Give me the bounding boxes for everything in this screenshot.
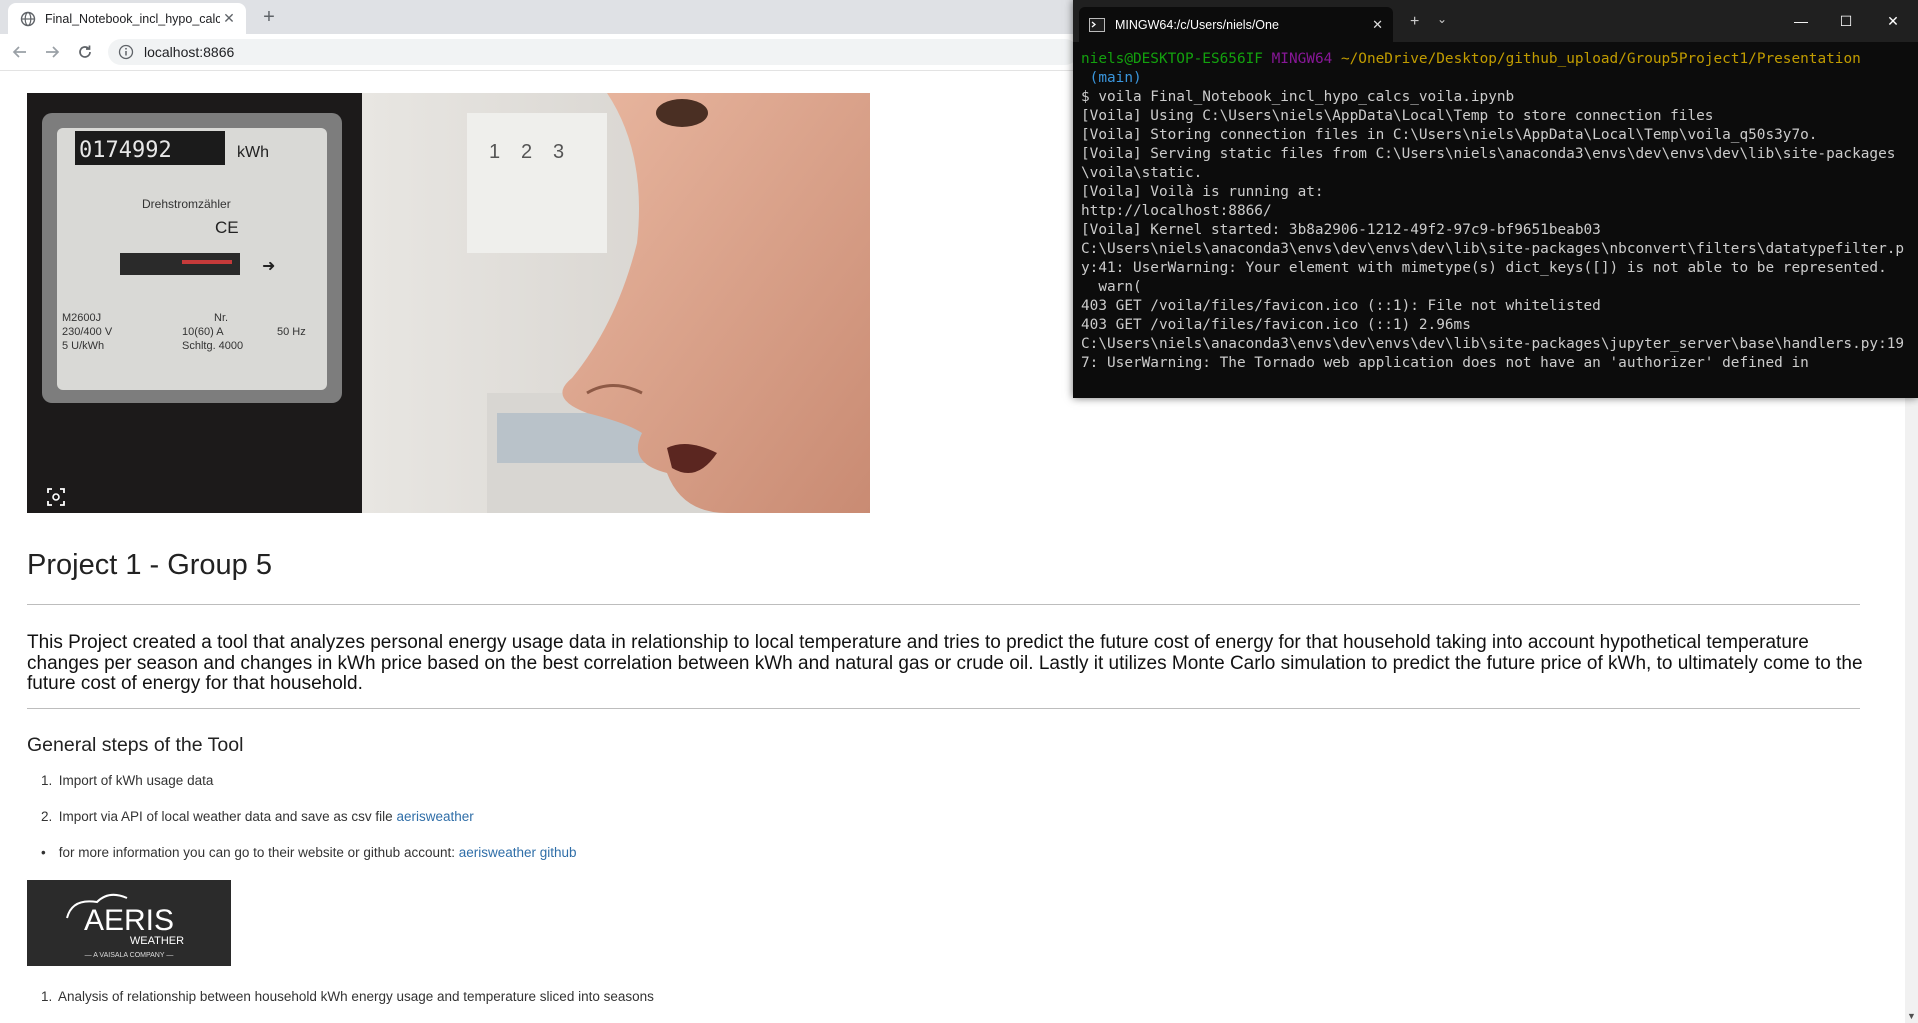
meter-hz: 50 Hz bbox=[277, 326, 306, 338]
terminal-window: MINGW64:/c/Users/niels/One ✕ + ⌄ — ☐ ✕ n… bbox=[1073, 0, 1918, 398]
list-item: 1. Analysis of relationship between hous… bbox=[41, 989, 654, 1004]
aeris-weather-logo: AERIS WEATHER — A VAISALA COMPANY — bbox=[27, 880, 231, 966]
meter-voltage: 230/400 V bbox=[62, 326, 113, 338]
meter-label: Drehstromzähler bbox=[142, 197, 231, 211]
list-item: 2. Import via API of local weather data … bbox=[41, 809, 474, 824]
new-terminal-tab-icon[interactable]: + bbox=[1410, 13, 1419, 31]
aeris-logo-weather: WEATHER bbox=[130, 935, 184, 947]
page-title: Project 1 - Group 5 bbox=[27, 549, 272, 581]
list-number: 1. bbox=[41, 773, 53, 788]
reload-icon[interactable] bbox=[73, 40, 97, 64]
steps-heading: General steps of the Tool bbox=[27, 734, 244, 756]
minimize-icon[interactable]: — bbox=[1791, 12, 1811, 30]
divider bbox=[27, 604, 1860, 605]
list-text: Import via API of local weather data and… bbox=[58, 809, 397, 824]
terminal-command: $ voila Final_Notebook_incl_hypo_calcs_v… bbox=[1081, 89, 1515, 105]
electric-meter-photo: 0174992 kWh Drehstromzähler CE ➜ M2600J … bbox=[27, 93, 870, 513]
list-text: Analysis of relationship between househo… bbox=[58, 989, 654, 1004]
divider bbox=[27, 708, 1860, 709]
window-close-icon[interactable]: ✕ bbox=[1883, 12, 1903, 30]
back-icon[interactable] bbox=[8, 40, 32, 64]
list-item: • for more information you can go to the… bbox=[41, 845, 577, 860]
meter-schltg: Schltg. 4000 bbox=[182, 340, 243, 352]
hero-image: 0174992 kWh Drehstromzähler CE ➜ M2600J … bbox=[27, 93, 870, 513]
svg-text:➜: ➜ bbox=[262, 258, 275, 275]
tab-close-icon[interactable]: ✕ bbox=[220, 10, 238, 28]
aeris-logo-text: AERIS bbox=[84, 904, 174, 937]
meter-nr: Nr. bbox=[214, 312, 228, 324]
tab-title: Final_Notebook_incl_hypo_calcs_ bbox=[45, 11, 220, 26]
meter-counter: 0174992 bbox=[79, 138, 172, 163]
list-number: 1. bbox=[41, 989, 53, 1004]
list-number: 2. bbox=[41, 809, 53, 824]
aeris-logo-tagline: — A VAISALA COMPANY — bbox=[85, 952, 174, 959]
list-text: Import of kWh usage data bbox=[58, 773, 214, 788]
prompt-path: ~/OneDrive/Desktop/github_upload/Group5P… bbox=[1340, 51, 1861, 67]
forward-icon[interactable] bbox=[40, 40, 64, 64]
browser-tab[interactable]: Final_Notebook_incl_hypo_calcs_ ✕ bbox=[8, 3, 246, 34]
terminal-tab-title: MINGW64:/c/Users/niels/One bbox=[1115, 17, 1279, 32]
intro-paragraph: This Project created a tool that analyze… bbox=[27, 632, 1863, 694]
fuse-label-1: 1 bbox=[489, 141, 500, 163]
aerisweather-link[interactable]: aerisweather bbox=[396, 809, 473, 824]
list-item: 1. Import of kWh usage data bbox=[41, 773, 213, 788]
terminal-icon bbox=[1089, 17, 1105, 32]
list-text: for more information you can go to their… bbox=[58, 845, 459, 860]
fuse-label-2: 2 bbox=[521, 141, 532, 163]
prompt-host: MINGW64 bbox=[1271, 51, 1333, 67]
scroll-down-icon[interactable]: ▼ bbox=[1907, 1011, 1916, 1021]
meter-model: M2600J bbox=[62, 312, 101, 324]
address-bar[interactable]: localhost:8866 bbox=[108, 39, 1078, 65]
chevron-down-icon[interactable]: ⌄ bbox=[1437, 12, 1447, 26]
new-tab-button[interactable]: + bbox=[258, 6, 280, 28]
terminal-tab[interactable]: MINGW64:/c/Users/niels/One ✕ bbox=[1079, 7, 1393, 42]
prompt-branch: (main) bbox=[1081, 70, 1142, 86]
url-text: localhost:8866 bbox=[144, 44, 235, 60]
fuse-label-3: 3 bbox=[553, 141, 564, 163]
meter-rev: 5 U/kWh bbox=[62, 340, 104, 352]
meter-unit: kWh bbox=[237, 144, 269, 161]
meter-ce-mark: CE bbox=[215, 218, 239, 237]
aerisweather-github-link[interactable]: aerisweather github bbox=[459, 845, 577, 860]
list-bullet: • bbox=[41, 845, 46, 860]
terminal-titlebar: MINGW64:/c/Users/niels/One ✕ + ⌄ — ☐ ✕ bbox=[1073, 0, 1918, 42]
maximize-icon[interactable]: ☐ bbox=[1836, 12, 1856, 30]
terminal-output[interactable]: niels@DESKTOP-ES656IF MINGW64 ~/OneDrive… bbox=[1081, 50, 1911, 373]
fullscreen-icon[interactable] bbox=[44, 485, 68, 509]
terminal-log: [Voila] Using C:\Users\niels\AppData\Loc… bbox=[1081, 108, 1905, 371]
prompt-user: niels@DESKTOP-ES656IF bbox=[1081, 51, 1263, 67]
globe-icon bbox=[20, 11, 36, 27]
close-icon[interactable]: ✕ bbox=[1372, 17, 1383, 33]
site-info-icon[interactable] bbox=[118, 44, 134, 60]
meter-ampere: 10(60) A bbox=[182, 326, 224, 338]
